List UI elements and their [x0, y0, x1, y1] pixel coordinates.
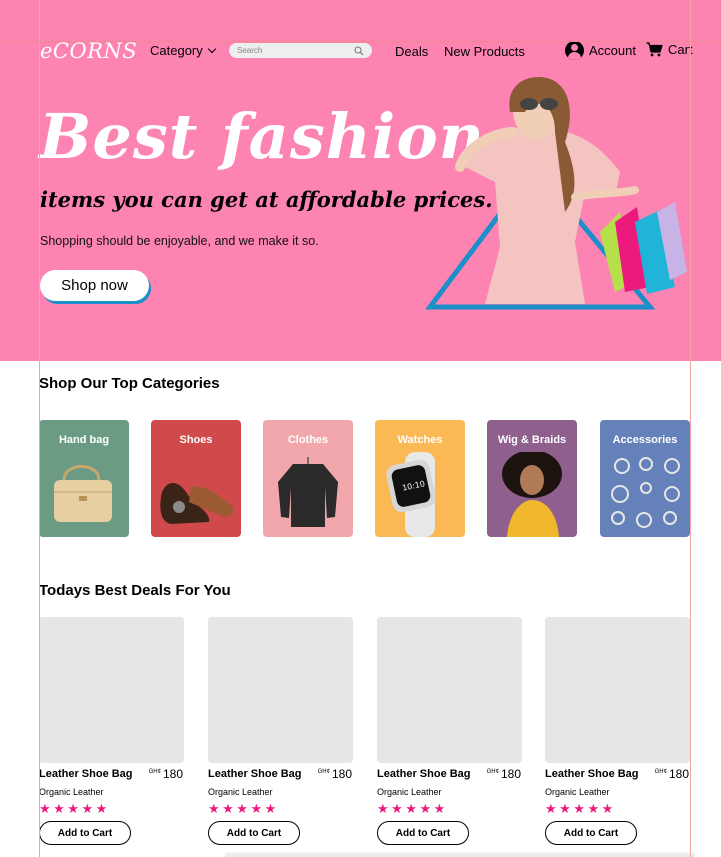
product-card: Leather Shoe Bag GH¢ 180 Organic Leather …	[208, 617, 353, 845]
category-label: Category	[150, 43, 203, 58]
cart-link[interactable]: Cart	[646, 42, 693, 57]
rating-stars: ★★★★★	[39, 801, 110, 816]
hero-model-image	[425, 77, 687, 310]
product-price: GH¢ 180	[655, 767, 689, 781]
deals-title: Todays Best Deals For You	[39, 582, 231, 599]
category-label: Shoes	[179, 434, 213, 446]
layout-guide-top	[0, 41, 721, 42]
category-label: Clothes	[287, 434, 329, 446]
top-navigation: eCORNS Category Search Deals New Product…	[0, 38, 721, 66]
price-value: 180	[162, 767, 183, 781]
product-image[interactable]	[545, 617, 690, 763]
hero-banner: eCORNS Category Search Deals New Product…	[0, 0, 721, 361]
categories-title: Shop Our Top Categories	[39, 375, 220, 392]
product-price: GH¢ 180	[318, 767, 352, 781]
search-input[interactable]: Search	[237, 46, 354, 55]
product-card: Leather Shoe Bag GH¢ 180 Organic Leather …	[377, 617, 522, 845]
product-name[interactable]: Leather Shoe Bag	[39, 768, 133, 780]
shoes-icon	[160, 482, 234, 524]
price-value: 180	[331, 767, 352, 781]
smartwatch-icon: 10:10	[386, 452, 436, 537]
layout-guide-left	[39, 0, 40, 857]
product-subtitle: Organic Leather	[208, 787, 273, 797]
rating-stars: ★★★★★	[377, 801, 448, 816]
category-label: Wig & Braids	[497, 434, 567, 446]
category-dropdown[interactable]: Category	[150, 43, 216, 58]
search-bar[interactable]: Search	[229, 43, 372, 58]
currency-label: GH¢	[148, 769, 161, 775]
category-card-watches[interactable]: Watches 10:10	[375, 420, 465, 537]
layout-guide-right	[690, 0, 691, 857]
category-card-wig-braids[interactable]: Wig & Braids	[487, 420, 577, 537]
product-card: Leather Shoe Bag GH¢ 180 Organic Leather …	[39, 617, 184, 845]
add-to-cart-button[interactable]: Add to Cart	[208, 821, 300, 845]
account-icon	[565, 41, 584, 60]
category-label: Hand bag	[58, 434, 110, 446]
currency-label: GH¢	[654, 769, 667, 775]
nav-deals-link[interactable]: Deals	[395, 44, 428, 59]
account-label: Account	[589, 43, 636, 58]
search-icon[interactable]	[354, 46, 364, 56]
product-image[interactable]	[39, 617, 184, 763]
price-value: 180	[668, 767, 689, 781]
category-card-shoes[interactable]: Shoes	[151, 420, 241, 537]
category-card-clothes[interactable]: Clothes	[263, 420, 353, 537]
add-to-cart-button[interactable]: Add to Cart	[39, 821, 131, 845]
product-subtitle: Organic Leather	[377, 787, 442, 797]
add-to-cart-button[interactable]: Add to Cart	[377, 821, 469, 845]
product-price: GH¢ 180	[149, 767, 183, 781]
category-label: Watches	[397, 434, 443, 446]
category-card-handbag[interactable]: Hand bag	[39, 420, 129, 537]
add-to-cart-button[interactable]: Add to Cart	[545, 821, 637, 845]
account-link[interactable]: Account	[565, 41, 636, 60]
bottom-panel-edge	[225, 852, 695, 857]
product-name[interactable]: Leather Shoe Bag	[377, 768, 471, 780]
handbag-icon	[54, 465, 112, 522]
hero-title: Best fashion	[39, 100, 485, 173]
currency-label: GH¢	[317, 769, 330, 775]
product-subtitle: Organic Leather	[545, 787, 610, 797]
product-image[interactable]	[208, 617, 353, 763]
product-subtitle: Organic Leather	[39, 787, 104, 797]
category-card-accessories[interactable]: Accessories	[600, 420, 690, 537]
jewelry-icon	[611, 457, 680, 528]
cart-icon	[646, 42, 663, 57]
product-card: Leather Shoe Bag GH¢ 180 Organic Leather …	[545, 617, 690, 845]
rating-stars: ★★★★★	[208, 801, 279, 816]
nav-new-products-link[interactable]: New Products	[444, 44, 525, 59]
hero-tagline: Shopping should be enjoyable, and we mak…	[40, 234, 319, 248]
category-label: Accessories	[612, 434, 678, 446]
product-name[interactable]: Leather Shoe Bag	[545, 768, 639, 780]
chevron-down-icon	[207, 44, 216, 54]
wig-model-icon	[502, 452, 562, 537]
currency-label: GH¢	[486, 769, 499, 775]
rating-stars: ★★★★★	[545, 801, 616, 816]
price-value: 180	[500, 767, 521, 781]
logo[interactable]: eCORNS	[40, 39, 137, 63]
product-price: GH¢ 180	[487, 767, 521, 781]
cart-label: Cart	[668, 42, 693, 57]
sweater-icon	[278, 457, 338, 527]
product-name[interactable]: Leather Shoe Bag	[208, 768, 302, 780]
product-image[interactable]	[377, 617, 522, 763]
shop-now-button[interactable]: Shop now	[40, 270, 149, 301]
